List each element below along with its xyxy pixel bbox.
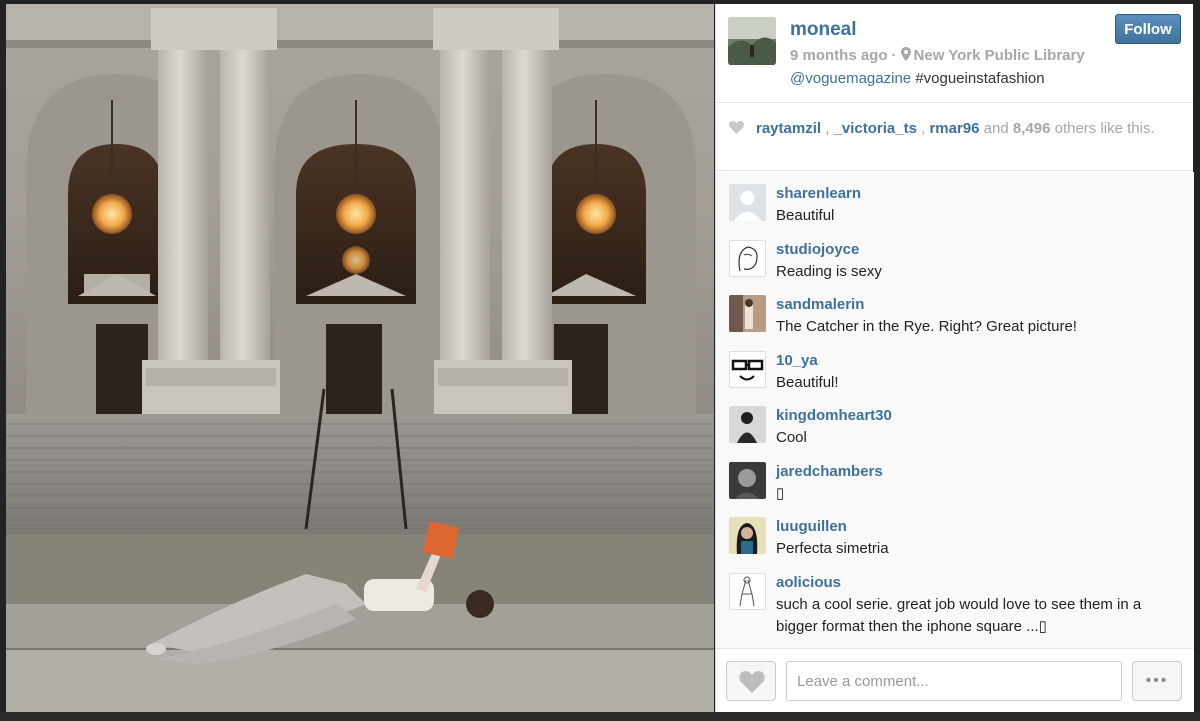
more-options-button[interactable]: ••• <box>1132 661 1182 701</box>
post-location[interactable]: New York Public Library <box>914 47 1085 64</box>
comments-list[interactable]: sharenlearn Beautiful studiojoyce Readin… <box>716 172 1194 648</box>
lantern-left <box>92 194 132 234</box>
comment-text: Perfecta simetria <box>776 540 889 557</box>
post-caption: @voguemagazine #vogueinstafashion <box>790 70 1045 87</box>
comment-username[interactable]: luuguillen <box>776 518 847 535</box>
author-username[interactable]: moneal <box>790 19 857 41</box>
commenter-avatar[interactable] <box>729 572 766 610</box>
comment-item: sharenlearn Beautiful <box>716 172 1194 228</box>
commenter-avatar[interactable] <box>729 461 766 499</box>
comment-text: Beautiful <box>776 207 835 224</box>
comment-username[interactable]: studiojoyce <box>776 241 859 258</box>
commenter-avatar[interactable] <box>729 184 766 221</box>
steps <box>6 414 714 534</box>
instagram-post-window: moneal 9 months ago · New York Public Libr… <box>0 0 1200 721</box>
likes-summary: raytamzil , _victoria_ts , rmar96 and 8,… <box>716 103 1193 171</box>
comment-text: Cool <box>776 429 807 446</box>
comment-item: jaredchambers ▯ <box>716 450 1194 506</box>
caption-hashtag[interactable]: #vogueinstafashion <box>915 70 1044 87</box>
liker-2[interactable]: _victoria_ts <box>834 120 917 137</box>
post-meta: 9 months ago · New York Public Library <box>790 47 1085 64</box>
comment-item: sandmalerin The Catcher in the Rye. Righ… <box>716 283 1194 339</box>
lantern-center <box>336 194 376 234</box>
liker-3[interactable]: rmar96 <box>929 120 979 137</box>
post-time[interactable]: 9 months ago <box>790 47 888 64</box>
liker-1[interactable]: raytamzil <box>756 120 821 137</box>
likes-and: and <box>979 120 1013 137</box>
heart-icon <box>739 671 765 693</box>
location-pin-icon <box>900 47 911 61</box>
caption-mention[interactable]: @voguemagazine <box>790 70 911 87</box>
comment-username[interactable]: kingdomheart30 <box>776 407 892 424</box>
comment-item: kingdomheart30 Cool <box>716 394 1194 450</box>
author-avatar[interactable] <box>728 17 776 65</box>
comment-text: such a cool serie. great job would love … <box>776 595 1142 635</box>
comment-username[interactable]: sharenlearn <box>776 185 861 202</box>
comment-username[interactable]: aolicious <box>776 574 841 591</box>
follow-button[interactable]: Follow <box>1115 14 1181 44</box>
commenter-avatar[interactable] <box>729 350 766 388</box>
library-steps-photo <box>6 4 714 712</box>
post-details-panel: moneal 9 months ago · New York Public Libr… <box>715 4 1194 712</box>
bottom-strip <box>0 712 1200 721</box>
comment-input[interactable] <box>786 661 1122 701</box>
lantern-right <box>576 194 616 234</box>
liker-separator-2: , <box>916 120 930 137</box>
like-button[interactable] <box>726 661 776 701</box>
comment-item: 10_ya Beautiful! <box>716 339 1194 395</box>
meta-separator: · <box>891 47 897 64</box>
comment-item: studiojoyce Reading is sexy <box>716 228 1194 284</box>
comment-composer: ••• <box>716 648 1194 712</box>
comment-item: luuguillen Perfecta simetria <box>716 505 1194 561</box>
commenter-avatar[interactable] <box>729 239 766 277</box>
comment-text: ▯ <box>776 484 785 502</box>
comment-username[interactable]: sandmalerin <box>776 296 864 313</box>
heart-icon <box>729 121 744 134</box>
comment-username[interactable]: jaredchambers <box>776 463 883 480</box>
commenter-avatar[interactable] <box>729 295 766 332</box>
commenter-avatar[interactable] <box>729 517 766 554</box>
post-photo[interactable] <box>6 4 714 712</box>
likes-count[interactable]: 8,496 <box>1013 120 1051 137</box>
likes-suffix: others like this. <box>1050 120 1155 137</box>
comment-username[interactable]: 10_ya <box>776 352 818 369</box>
comment-text: Beautiful! <box>776 373 839 391</box>
comment-text: Reading is sexy <box>776 262 882 280</box>
comment-text: The Catcher in the Rye. Right? Great pic… <box>776 318 1077 335</box>
post-header: moneal 9 months ago · New York Public Libr… <box>716 4 1193 103</box>
liker-separator-1: , <box>821 120 834 137</box>
commenter-avatar[interactable] <box>729 406 766 443</box>
comment-item: aolicious such a cool serie. great job w… <box>716 561 1194 635</box>
